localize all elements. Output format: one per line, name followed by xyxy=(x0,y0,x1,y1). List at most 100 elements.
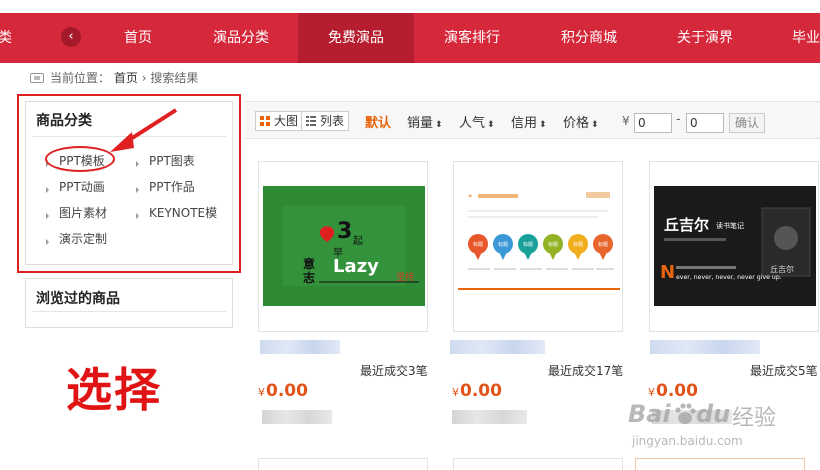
svg-text:标题: 标题 xyxy=(598,241,608,248)
view-list-label: 列表 xyxy=(320,114,345,128)
category-title: 商品分类 xyxy=(36,113,92,129)
product-thumbnail[interactable]: 丘吉尔 读书笔记 丘吉尔 N ever, never, never, never… xyxy=(654,186,816,306)
product-title-blurred[interactable] xyxy=(650,340,760,354)
annotation-select-label: 选择 xyxy=(66,363,162,417)
view-grid-button[interactable]: 大图 xyxy=(255,111,304,131)
category-item-ppt-works[interactable]: PPT作品 xyxy=(136,178,195,195)
product-shop-blurred[interactable] xyxy=(452,410,527,424)
svg-text:标题: 标题 xyxy=(548,241,558,248)
product-card[interactable]: 丘吉尔 读书笔记 丘吉尔 N ever, never, never, never… xyxy=(649,161,819,332)
bullet-icon xyxy=(46,213,49,219)
svg-text:3: 3 xyxy=(337,219,352,244)
view-list-button[interactable]: 列表 xyxy=(301,111,350,131)
category-item-ppt-animation[interactable]: PPT动画 xyxy=(46,178,105,195)
sort-caret-icon: ⬍ xyxy=(487,120,495,130)
watermark-url: jingyan.baidu.com xyxy=(632,434,743,448)
breadcrumb: 当前位置： 首页 › 搜索结果 xyxy=(30,69,198,87)
svg-text:起: 起 xyxy=(353,235,363,247)
sort-label: 销量 xyxy=(407,116,434,131)
price-currency: ¥ xyxy=(258,386,265,399)
product-price: ¥0.00 xyxy=(258,381,308,401)
svg-text:N: N xyxy=(660,262,675,283)
product-shop-blurred[interactable] xyxy=(262,410,332,424)
sort-default[interactable]: 默认 xyxy=(365,112,391,131)
bullet-icon xyxy=(136,187,139,193)
sort-sales[interactable]: 销量 ⬍ xyxy=(407,112,443,131)
annotation-arrow-icon xyxy=(110,108,178,152)
category-item-label: 演示定制 xyxy=(59,232,108,246)
nav-item-partial-left[interactable]: 类 xyxy=(0,13,14,63)
breadcrumb-separator: › xyxy=(141,71,147,85)
price-max-input[interactable]: 0 xyxy=(686,113,724,133)
sort-popularity[interactable]: 人气 ⬍ xyxy=(459,112,495,131)
bullet-icon xyxy=(136,161,139,167)
browsed-title: 浏览过的商品 xyxy=(36,291,120,307)
sort-caret-icon: ⬍ xyxy=(591,120,599,130)
price-confirm-button[interactable]: 确认 xyxy=(729,113,765,133)
product-card[interactable] xyxy=(635,458,805,470)
product-title-blurred[interactable] xyxy=(450,340,545,354)
price-currency: ¥ xyxy=(622,114,630,128)
product-title-blurred[interactable] xyxy=(260,340,340,354)
nav-item-points-mall[interactable]: 积分商城 xyxy=(544,13,634,63)
nav-item-categories[interactable]: 演品分类 xyxy=(196,13,286,63)
product-card[interactable]: » 标题 标题 标题 标题 标题 标题 xyxy=(453,161,623,332)
bullet-icon xyxy=(46,187,49,193)
list-view-icon xyxy=(306,116,316,126)
product-price: ¥0.00 xyxy=(452,381,502,401)
watermark-site: 经验 xyxy=(732,406,777,431)
category-item-images[interactable]: 图片素材 xyxy=(46,204,107,221)
product-thumbnail[interactable]: » 标题 标题 标题 标题 标题 标题 xyxy=(458,186,620,306)
category-item-keynote[interactable]: KEYNOTE模 xyxy=(136,204,217,221)
product-card[interactable] xyxy=(258,458,428,470)
paw-icon xyxy=(675,403,696,424)
nav-item-free[interactable]: 免费演品 xyxy=(298,13,414,63)
watermark-brand: Bai xyxy=(628,400,671,428)
category-item-label: 图片素材 xyxy=(59,206,108,220)
sort-label: 人气 xyxy=(459,116,486,131)
breadcrumb-prefix: 当前位置： xyxy=(50,71,111,85)
price-value: 0.00 xyxy=(460,381,502,401)
product-recent-sales: 最近成交3笔 xyxy=(360,364,428,378)
watermark-brand-suffix: du xyxy=(696,400,731,428)
product-card[interactable]: 3 起 早 意 志 Lazy 坚持 xyxy=(258,161,428,332)
sort-label: 信用 xyxy=(511,116,538,131)
price-range-dash: - xyxy=(676,112,681,127)
svg-text:意: 意 xyxy=(303,256,315,271)
nav-item-about[interactable]: 关于演界 xyxy=(660,13,750,63)
product-thumbnail[interactable]: 3 起 早 意 志 Lazy 坚持 xyxy=(263,186,425,306)
browsed-panel: 浏览过的商品 xyxy=(25,278,233,328)
category-item-label: KEYNOTE模 xyxy=(149,206,218,220)
price-min-input[interactable]: 0 xyxy=(634,113,672,133)
category-item-custom[interactable]: 演示定制 xyxy=(46,230,107,247)
svg-text:Lazy: Lazy xyxy=(333,256,379,277)
svg-text:丘吉尔: 丘吉尔 xyxy=(770,264,794,274)
svg-text:ever, never, never, never give: ever, never, never, never give up. xyxy=(676,274,782,281)
svg-text:»: » xyxy=(468,192,472,200)
product-recent-sales: 最近成交5笔 xyxy=(750,364,818,378)
sort-price[interactable]: 价格 ⬍ xyxy=(563,112,599,131)
sort-label: 价格 xyxy=(563,116,590,131)
nav-item-home[interactable]: 首页 xyxy=(100,13,176,63)
location-icon xyxy=(30,73,44,83)
svg-text:坚持: 坚持 xyxy=(396,271,414,283)
view-grid-label: 大图 xyxy=(274,114,299,128)
bullet-icon xyxy=(46,239,49,245)
divider xyxy=(32,311,226,312)
product-card[interactable] xyxy=(453,458,623,470)
breadcrumb-home-link[interactable]: 首页 xyxy=(114,71,138,85)
svg-text:标题: 标题 xyxy=(498,241,508,248)
nav-prev-arrow-icon[interactable]: ‹ xyxy=(61,27,81,47)
sort-caret-icon: ⬍ xyxy=(539,120,547,130)
svg-text:丘吉尔: 丘吉尔 xyxy=(664,216,709,234)
svg-text:标题: 标题 xyxy=(473,241,483,248)
main-nav: 类 ‹ 首页 演品分类 免费演品 演客排行 积分商城 关于演界 毕业 xyxy=(0,13,820,63)
nav-item-ranking[interactable]: 演客排行 xyxy=(428,13,516,63)
baidu-watermark: Bai du 经验 jingyan.baidu.com xyxy=(620,398,820,458)
nav-item-graduate[interactable]: 毕业 xyxy=(780,13,820,63)
sort-caret-icon: ⬍ xyxy=(435,120,443,130)
sort-toolbar: 大图 列表 默认 销量 ⬍ 人气 ⬍ 信用 ⬍ 价格 ⬍ ¥ 0 - 0 确认 xyxy=(245,101,820,139)
svg-text:标题: 标题 xyxy=(573,241,583,248)
sort-credit[interactable]: 信用 ⬍ xyxy=(511,112,547,131)
bullet-icon xyxy=(136,213,139,219)
